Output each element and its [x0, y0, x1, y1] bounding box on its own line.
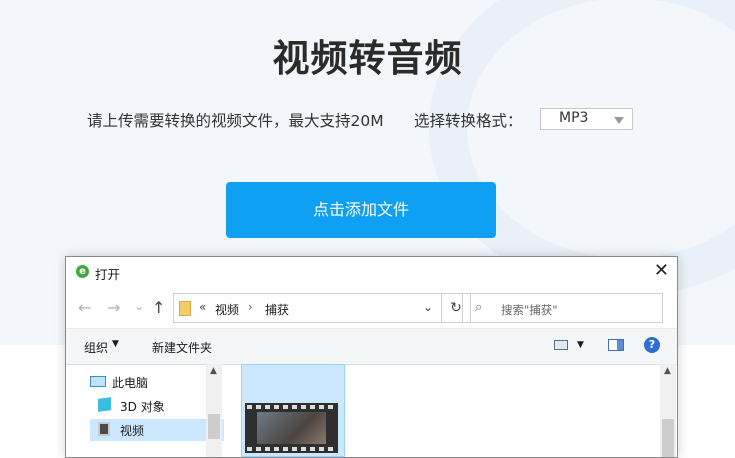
file-list — [224, 364, 660, 457]
scrollbar-thumb[interactable] — [662, 419, 674, 457]
breadcrumb-capture[interactable]: 捕获 — [265, 301, 289, 318]
view-options-icon[interactable] — [554, 340, 568, 350]
caret-down-icon[interactable]: ▼ — [112, 339, 119, 349]
browser-icon: e — [76, 265, 89, 278]
address-bar[interactable]: « 视频 › 捕获 ⌄ — [173, 293, 442, 323]
tree-item-label: 视频 — [120, 424, 145, 438]
tree-item-this-pc[interactable]: 此电脑 — [90, 371, 224, 393]
tree-item-videos[interactable]: 视频 — [90, 419, 224, 441]
dialog-titlebar: e 打开 ✕ — [66, 257, 677, 287]
caret-down-icon[interactable]: ▼ — [577, 340, 584, 350]
close-icon[interactable]: ✕ — [654, 260, 669, 281]
video-frame-image — [257, 412, 326, 444]
video-thumbnail — [245, 403, 338, 453]
tree-item-label: 此电脑 — [112, 376, 149, 390]
format-label: 选择转换格式： — [414, 112, 523, 130]
tree-item-3d-objects[interactable]: 3D 对象 — [90, 395, 224, 417]
scroll-up-icon[interactable]: ▲ — [210, 366, 217, 376]
chevron-down-icon[interactable]: ⌄ — [423, 300, 433, 314]
navigation-bar: ← → ⌄ ↑ « 视频 › 捕获 ⌄ ↻ ⌕ 搜索"捕获" — [66, 291, 677, 325]
dialog-toolbar: 组织 ▼ 新建文件夹 ▼ ? — [66, 328, 677, 365]
search-icon: ⌕ — [475, 300, 483, 315]
tree-item-label: 3D 对象 — [120, 400, 165, 414]
recent-locations-icon[interactable]: ⌄ — [134, 299, 144, 313]
open-file-dialog: e 打开 ✕ ← → ⌄ ↑ « 视频 › 捕获 ⌄ ↻ ⌕ 搜索"捕获" 组织… — [65, 256, 678, 458]
chevron-down-icon — [614, 117, 624, 124]
forward-arrow-icon[interactable]: → — [107, 298, 120, 317]
scroll-up-icon[interactable]: ▲ — [664, 366, 671, 376]
preview-pane-icon[interactable] — [608, 339, 624, 351]
breadcrumb-video[interactable]: 视频 — [215, 301, 239, 318]
up-arrow-icon[interactable]: ↑ — [152, 298, 165, 317]
upload-hint: 请上传需要转换的视频文件，最大支持20M — [87, 112, 384, 130]
organize-button[interactable]: 组织 — [84, 339, 108, 356]
help-icon[interactable]: ? — [644, 337, 660, 353]
address-overflow[interactable]: « — [199, 300, 206, 314]
format-select-value: MP3 — [559, 110, 589, 126]
3d-objects-icon — [98, 397, 111, 412]
page-title: 视频转音频 — [272, 37, 463, 80]
chevron-right-icon[interactable]: › — [248, 300, 253, 314]
search-input[interactable]: ⌕ 搜索"捕获" — [462, 293, 663, 323]
computer-icon — [90, 376, 106, 387]
dialog-title: 打开 — [95, 267, 121, 282]
search-placeholder: 搜索"捕获" — [501, 303, 558, 317]
format-select[interactable]: MP3 — [540, 108, 633, 130]
navigation-pane: 此电脑 3D 对象 视频 — [66, 364, 224, 457]
nav-pane-scrollbar[interactable]: ▲ — [206, 364, 222, 457]
file-list-scrollbar[interactable]: ▲ — [660, 364, 676, 457]
video-file-item[interactable] — [241, 364, 345, 457]
back-arrow-icon[interactable]: ← — [78, 298, 91, 317]
video-folder-icon — [98, 422, 110, 436]
add-file-button[interactable]: 点击添加文件 — [226, 182, 496, 238]
new-folder-button[interactable]: 新建文件夹 — [152, 339, 212, 356]
folder-icon — [179, 301, 191, 316]
scrollbar-thumb[interactable] — [208, 414, 220, 439]
